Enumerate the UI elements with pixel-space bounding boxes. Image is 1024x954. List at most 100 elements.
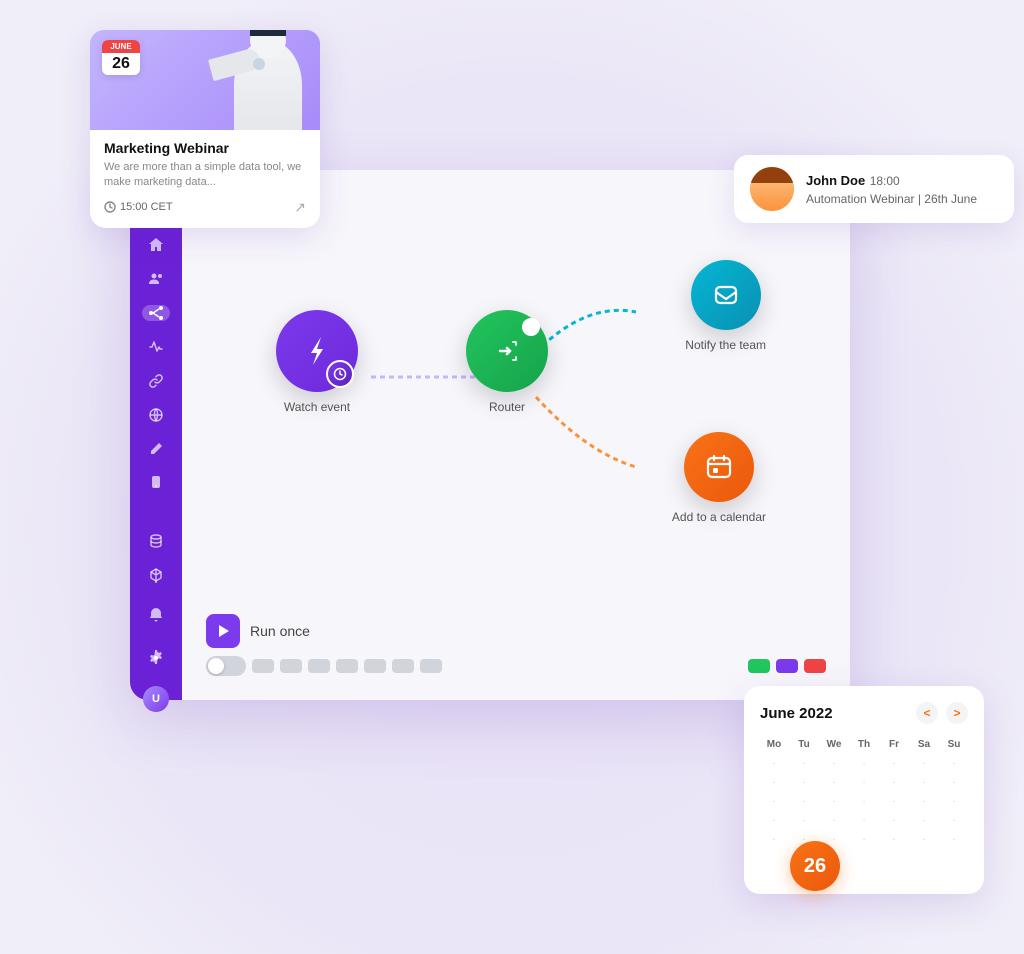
toolbar-dot-6 <box>392 659 414 673</box>
sidebar-item-activity[interactable] <box>142 339 170 355</box>
webinar-title: Marketing Webinar <box>104 140 306 156</box>
sidebar-item-share[interactable] <box>142 305 170 321</box>
cal-cell: · <box>790 793 818 810</box>
clock-badge-icon <box>326 360 354 388</box>
cal-cell: · <box>820 812 848 829</box>
calendar-next-button[interactable]: > <box>946 702 968 724</box>
cal-cell: · <box>820 793 848 810</box>
sidebar-item-users[interactable] <box>142 271 170 287</box>
calendar-date-badge: 26 <box>790 841 840 891</box>
notify-circle <box>691 260 761 330</box>
notification-text: John Doe 18:00 Automation Webinar | 26th… <box>806 172 977 206</box>
router-node[interactable]: Router <box>466 310 548 414</box>
cal-header-we: We <box>820 736 848 753</box>
cal-cell: · <box>910 812 938 829</box>
date-badge: JUNE 26 <box>102 40 140 75</box>
calendar-grid: Mo Tu We Th Fr Sa Su · · · · · · · · · ·… <box>760 736 968 848</box>
router-label: Router <box>489 400 525 414</box>
notify-team-node[interactable]: Notify the team <box>685 260 766 352</box>
share-icon[interactable]: ↗ <box>294 199 306 216</box>
webinar-time-text: 15:00 CET <box>120 201 173 213</box>
cal-cell: · <box>880 774 908 791</box>
toolbar-dot-1 <box>252 659 274 673</box>
toolbar-dot-5 <box>364 659 386 673</box>
sidebar-item-box[interactable] <box>142 567 170 583</box>
cal-cell: · <box>760 793 788 810</box>
webinar-description: We are more than a simple data tool, we … <box>104 160 306 191</box>
cal-cell: · <box>940 755 968 772</box>
cal-cell: · <box>790 755 818 772</box>
calendar-prev-button[interactable]: < <box>916 702 938 724</box>
toggle-thumb <box>208 658 224 674</box>
notification-card: John Doe 18:00 Automation Webinar | 26th… <box>734 155 1014 223</box>
sidebar-item-avatar[interactable]: U <box>142 685 170 713</box>
webinar-footer: 15:00 CET ↗ <box>104 199 306 216</box>
calendar-event-node[interactable]: Add to a calendar <box>672 432 766 524</box>
toolbar-toggle[interactable] <box>206 656 246 676</box>
cal-cell: · <box>880 755 908 772</box>
webinar-time: 15:00 CET <box>104 201 173 213</box>
router-circle <box>466 310 548 392</box>
cal-cell: · <box>880 831 908 848</box>
cal-cell: · <box>940 774 968 791</box>
sidebar-item-phone[interactable] <box>142 475 170 489</box>
calendar-widget: June 2022 < > Mo Tu We Th Fr Sa Su · · ·… <box>744 686 984 894</box>
sidebar-item-settings[interactable] <box>142 643 170 671</box>
sidebar-item-home[interactable] <box>142 237 170 253</box>
notify-team-label: Notify the team <box>685 338 766 352</box>
watch-event-node[interactable]: Watch event <box>276 310 358 414</box>
cal-header-sa: Sa <box>910 736 938 753</box>
cal-cell: · <box>910 831 938 848</box>
cal-cell: · <box>760 812 788 829</box>
webinar-body: Marketing Webinar We are more than a sim… <box>90 130 320 228</box>
run-once-label: Run once <box>250 623 310 639</box>
date-badge-day: 26 <box>102 53 140 75</box>
run-once-button[interactable] <box>206 614 240 648</box>
canvas-area: Watch event <box>206 200 826 604</box>
sidebar-item-link[interactable] <box>142 373 170 389</box>
notification-time-value: 18:00 <box>870 174 900 188</box>
cal-cell: · <box>910 793 938 810</box>
toolbar-dot-purple <box>776 659 798 673</box>
cal-cell: · <box>820 774 848 791</box>
avatar <box>750 167 794 211</box>
app-window: M <box>130 170 850 700</box>
avatar-face <box>750 167 794 211</box>
cal-cell: · <box>760 774 788 791</box>
router-dot <box>522 318 540 336</box>
sidebar-item-pen[interactable] <box>142 441 170 457</box>
cal-cell: · <box>940 793 968 810</box>
nodes-container: Watch event <box>206 200 826 604</box>
notification-name: John Doe <box>806 173 865 188</box>
cal-cell: · <box>760 831 788 848</box>
sidebar-bottom: U <box>142 601 170 713</box>
cal-cell: · <box>880 812 908 829</box>
toolbar-dot-2 <box>280 659 302 673</box>
cal-header-th: Th <box>850 736 878 753</box>
cal-cell: · <box>940 812 968 829</box>
cal-header-tu: Tu <box>790 736 818 753</box>
cal-cell: · <box>850 812 878 829</box>
cal-header-mo: Mo <box>760 736 788 753</box>
sidebar-item-globe[interactable] <box>142 407 170 423</box>
sidebar-item-database[interactable] <box>142 533 170 549</box>
cal-header-fr: Fr <box>880 736 908 753</box>
toolbar-dot-7 <box>420 659 442 673</box>
calendar-nav: < > <box>916 702 968 724</box>
calendar-header: June 2022 < > <box>760 702 968 724</box>
run-once-bar: Run once <box>206 604 826 648</box>
cal-cell: · <box>790 774 818 791</box>
calendar-event-label: Add to a calendar <box>672 510 766 524</box>
sidebar-item-notifications[interactable] <box>142 601 170 629</box>
avatar-hair <box>750 167 794 183</box>
calendar-month-year: June 2022 <box>760 705 833 722</box>
notification-name-time: John Doe 18:00 <box>806 172 977 190</box>
toolbar-dot-red <box>804 659 826 673</box>
cal-cell: · <box>790 812 818 829</box>
toolbar-dot-4 <box>336 659 358 673</box>
bottom-toolbar <box>206 648 826 680</box>
notification-event: Automation Webinar | 26th June <box>806 192 977 206</box>
cal-cell: · <box>910 755 938 772</box>
main-content: Watch event <box>182 170 850 700</box>
cal-cell: · <box>850 793 878 810</box>
